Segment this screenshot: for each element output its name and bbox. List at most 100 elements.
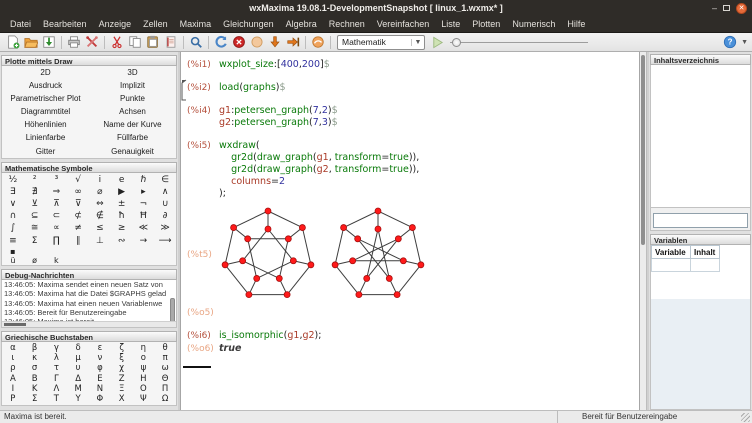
notebook-cell[interactable]: (%i4)g1:petersen_graph(7,2)$g2:petersen_… xyxy=(187,105,639,129)
symbol-button[interactable]: ∉ xyxy=(89,210,111,222)
greek-letter-button[interactable]: χ xyxy=(111,363,133,373)
notebook-cell[interactable]: (%o6)true xyxy=(187,343,639,355)
greek-letter-button[interactable]: τ xyxy=(46,363,68,373)
greek-letter-button[interactable]: Ψ xyxy=(133,394,155,404)
symbol-button[interactable]: ≤ xyxy=(89,222,111,234)
greek-letter-button[interactable]: γ xyxy=(46,343,68,353)
horizontal-cursor[interactable] xyxy=(183,366,211,368)
menu-vereinfachen[interactable]: Vereinfachen xyxy=(371,16,436,32)
draw-button-höhenlinien[interactable]: Höhenlinien xyxy=(2,118,89,131)
menu-algebra[interactable]: Algebra xyxy=(280,16,323,32)
draw-button-achsen[interactable]: Achsen xyxy=(89,105,176,118)
symbol-button[interactable]: ø xyxy=(24,256,46,265)
symbol-button[interactable]: ▶ xyxy=(111,186,133,198)
notebook-scrollbar[interactable] xyxy=(640,52,647,410)
symbol-button[interactable]: ≥ xyxy=(111,222,133,234)
menu-plotten[interactable]: Plotten xyxy=(466,16,506,32)
open-icon[interactable] xyxy=(22,34,40,50)
symbol-button[interactable]: ¬ xyxy=(133,198,155,210)
debug-hscrollbar[interactable] xyxy=(2,321,176,327)
greek-letter-button[interactable]: ω xyxy=(154,363,176,373)
menu-gleichungen[interactable]: Gleichungen xyxy=(217,16,280,32)
resize-grip-icon[interactable] xyxy=(741,413,750,422)
greek-letter-button[interactable]: ξ xyxy=(111,353,133,363)
notebook-cell[interactable]: (%i1)wxplot_size:[400,200]$ xyxy=(187,59,639,71)
draw-button-implizit[interactable]: Implizit xyxy=(89,79,176,92)
save-icon[interactable] xyxy=(40,34,58,50)
greek-letter-button[interactable]: Θ xyxy=(154,374,176,384)
greek-letter-button[interactable]: Ω xyxy=(154,394,176,404)
greek-letter-button[interactable]: Λ xyxy=(46,384,68,394)
slider-thumb[interactable] xyxy=(452,38,461,47)
greek-letter-button[interactable]: α xyxy=(2,343,24,353)
symbol-button[interactable]: e xyxy=(111,174,133,186)
greek-letter-button[interactable]: ζ xyxy=(111,343,133,353)
debug-hscrollbar-thumb[interactable] xyxy=(4,323,26,326)
symbol-button[interactable]: Σ xyxy=(24,235,46,247)
print-icon[interactable] xyxy=(65,34,83,50)
greek-letter-button[interactable]: Ζ xyxy=(111,374,133,384)
greek-letter-button[interactable]: Φ xyxy=(89,394,111,404)
notebook-cell[interactable]: (%i2)load(graphs)$ xyxy=(187,82,639,94)
draw-button-parametrischer-plot[interactable]: Parametrischer Plot xyxy=(2,92,89,105)
greek-letter-button[interactable]: Δ xyxy=(67,374,89,384)
greek-letter-button[interactable]: υ xyxy=(67,363,89,373)
greek-letter-button[interactable]: ρ xyxy=(2,363,24,373)
plot-output-cell[interactable]: (%t5) xyxy=(187,207,639,303)
paste-icon[interactable] xyxy=(144,34,162,50)
greek-letter-button[interactable]: Ν xyxy=(89,384,111,394)
new-document-icon[interactable] xyxy=(4,34,22,50)
greek-letter-button[interactable]: θ xyxy=(154,343,176,353)
symbol-button[interactable]: ∈ xyxy=(154,174,176,186)
greek-letter-button[interactable]: Σ xyxy=(24,394,46,404)
greek-letter-button[interactable]: Β xyxy=(24,374,46,384)
cell-content[interactable]: is_isomorphic(g1,g2); xyxy=(219,330,321,342)
symbol-button[interactable]: ∪ xyxy=(154,198,176,210)
symbol-button[interactable]: Ħ xyxy=(133,210,155,222)
notebook-scrollbar-thumb[interactable] xyxy=(641,55,645,245)
symbol-button[interactable]: ≡ xyxy=(2,235,24,247)
copy-icon[interactable] xyxy=(126,34,144,50)
greek-letter-button[interactable]: Υ xyxy=(67,394,89,404)
symbol-button[interactable]: ⊥ xyxy=(89,235,111,247)
draw-button-linienfarbe[interactable]: Linienfarbe xyxy=(2,131,89,144)
greek-letter-button[interactable]: λ xyxy=(46,353,68,363)
symbol-button[interactable]: ⇒ xyxy=(46,186,68,198)
greek-letter-button[interactable]: Π xyxy=(154,384,176,394)
greek-letter-button[interactable]: Ξ xyxy=(111,384,133,394)
greek-letter-button[interactable]: ν xyxy=(89,353,111,363)
greek-letter-button[interactable]: π xyxy=(154,353,176,363)
close-button[interactable]: ✕ xyxy=(736,3,747,14)
draw-button-name-der-kurve[interactable]: Name der Kurve xyxy=(89,118,176,131)
menu-liste[interactable]: Liste xyxy=(435,16,466,32)
symbol-button[interactable]: ∫ xyxy=(2,222,24,234)
symbol-button[interactable]: ∝ xyxy=(46,222,68,234)
draw-button-2d[interactable]: 2D xyxy=(2,66,89,79)
greek-letter-button[interactable]: η xyxy=(133,343,155,353)
greek-letter-button[interactable]: ε xyxy=(89,343,111,353)
draw-button-ausdruck[interactable]: Ausdruck xyxy=(2,79,89,92)
greek-letter-button[interactable]: ψ xyxy=(133,363,155,373)
cell-content[interactable]: load(graphs)$ xyxy=(219,82,286,94)
configure-icon[interactable] xyxy=(83,34,101,50)
greek-letter-button[interactable]: Α xyxy=(2,374,24,384)
cell-type-select[interactable]: Mathematik ▼ xyxy=(337,35,425,50)
symbol-button[interactable]: ∾ xyxy=(111,235,133,247)
symbol-button[interactable]: ⊽ xyxy=(67,198,89,210)
symbol-button[interactable]: ℏ xyxy=(133,174,155,186)
menu-maxima[interactable]: Maxima xyxy=(174,16,218,32)
interrupt-icon[interactable] xyxy=(230,34,248,50)
symbol-button[interactable]: ⊼ xyxy=(46,198,68,210)
draw-button-füllfarbe[interactable]: Füllfarbe xyxy=(89,131,176,144)
symbol-button[interactable]: ≪ xyxy=(133,222,155,234)
symbol-button[interactable]: √ xyxy=(67,174,89,186)
greek-letter-button[interactable]: Γ xyxy=(46,374,68,384)
greek-letter-button[interactable]: Ο xyxy=(133,384,155,394)
greek-letter-button[interactable]: σ xyxy=(24,363,46,373)
cell-content[interactable] xyxy=(219,207,427,303)
follow-icon[interactable] xyxy=(248,34,266,50)
draw-button-3d[interactable]: 3D xyxy=(89,66,176,79)
symbol-button[interactable]: ħ xyxy=(111,210,133,222)
menu-hilfe[interactable]: Hilfe xyxy=(561,16,591,32)
help-icon[interactable]: ? xyxy=(721,34,739,50)
